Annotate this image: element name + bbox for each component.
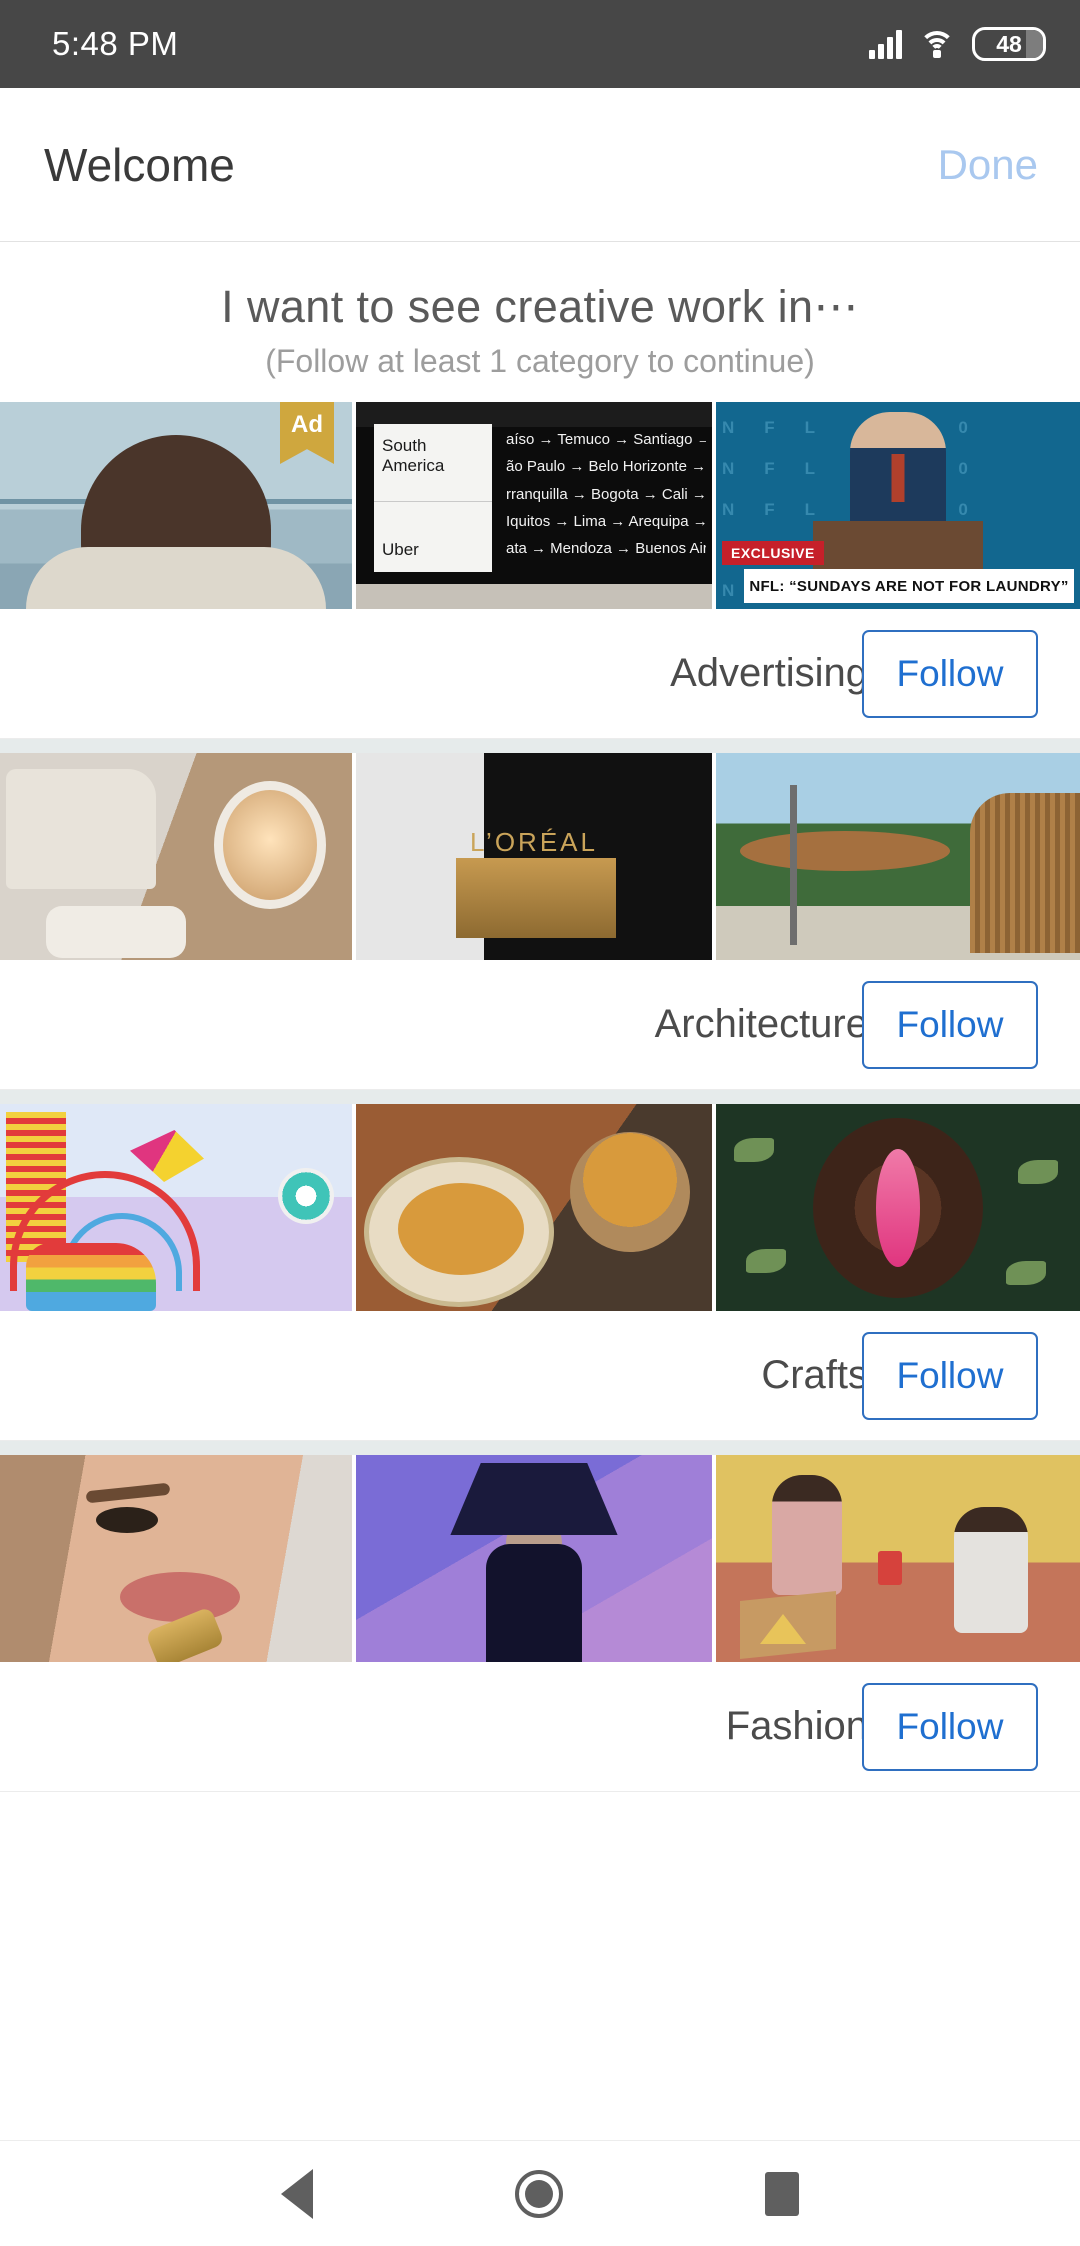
category-row-fashion: Fashion Follow bbox=[0, 1455, 1080, 1792]
category-footer: Architecture Follow bbox=[0, 960, 1080, 1090]
status-icons: 48 bbox=[869, 27, 1046, 61]
category-list: Ad South America Uber aíso → Temuco → Sa… bbox=[0, 402, 1080, 1792]
category-label: Crafts bbox=[761, 1353, 868, 1397]
follow-button-advertising[interactable]: Follow bbox=[862, 629, 1038, 718]
back-icon[interactable] bbox=[281, 2168, 313, 2219]
category-row-advertising: Ad South America Uber aíso → Temuco → Sa… bbox=[0, 402, 1080, 739]
news-caption: NFL: “SUNDAYS ARE NOT FOR LAUNDRY” bbox=[744, 569, 1074, 603]
thumbnail-loreal-lobby[interactable]: L’ORÉAL bbox=[356, 753, 712, 960]
category-footer: Fashion Follow bbox=[0, 1662, 1080, 1792]
route-line: rranquilla → Bogota → Cali → bbox=[506, 485, 706, 503]
status-bar: 5:48 PM 48 bbox=[0, 0, 1080, 88]
route-line: ão Paulo → Belo Horizonte → R bbox=[506, 458, 706, 476]
uber-routes: aíso → Temuco → Santiago → ão Paulo → Be… bbox=[506, 426, 706, 562]
row-divider bbox=[0, 1441, 1080, 1455]
thumbnail-nfl-press[interactable]: NFL 100 NFL 100 NFL 100 NFL 100 NFL 100 … bbox=[716, 402, 1080, 609]
thumbnail-ceramic-plate[interactable] bbox=[356, 1104, 712, 1311]
thumbnail-wooden-pavilion[interactable] bbox=[716, 753, 1080, 960]
recent-apps-icon[interactable] bbox=[765, 2171, 799, 2216]
category-footer: Crafts Follow bbox=[0, 1311, 1080, 1441]
uber-panel-line1: South bbox=[382, 436, 427, 455]
category-footer: Advertising Follow bbox=[0, 609, 1080, 739]
thumbnail-model-dark-dress[interactable] bbox=[356, 1455, 712, 1662]
thumbnail-strip[interactable] bbox=[0, 1104, 1080, 1311]
thumbnail-beauty-portrait[interactable] bbox=[0, 1455, 352, 1662]
category-label: Architecture bbox=[654, 1002, 868, 1046]
follow-button-crafts[interactable]: Follow bbox=[862, 1331, 1038, 1420]
thumbnail-strip[interactable]: Ad South America Uber aíso → Temuco → Sa… bbox=[0, 402, 1080, 609]
category-row-crafts: Crafts Follow bbox=[0, 1104, 1080, 1441]
battery-icon: 48 bbox=[972, 27, 1046, 61]
route-line: Iquitos → Lima → Arequipa → bbox=[506, 512, 706, 530]
row-divider bbox=[0, 1090, 1080, 1104]
thumbnail-strip[interactable] bbox=[0, 1455, 1080, 1662]
loreal-logo: L’ORÉAL bbox=[470, 827, 598, 857]
status-time: 5:48 PM bbox=[52, 25, 179, 62]
thumbnail-man-portrait[interactable]: Ad bbox=[0, 402, 352, 609]
follow-button-architecture[interactable]: Follow bbox=[862, 980, 1038, 1069]
home-icon[interactable] bbox=[515, 2169, 563, 2218]
category-label: Advertising bbox=[670, 651, 868, 695]
thumbnail-carnival-illustration[interactable] bbox=[0, 1104, 352, 1311]
prompt-section: I want to see creative work in⋯ (Follow … bbox=[0, 242, 1080, 402]
thumbnail-women-pizza[interactable] bbox=[716, 1455, 1080, 1662]
uber-panel-line3: Uber bbox=[382, 540, 419, 560]
category-label: Fashion bbox=[725, 1704, 868, 1748]
follow-button-fashion[interactable]: Follow bbox=[862, 1682, 1038, 1771]
category-row-architecture: L’ORÉAL Architecture Follow bbox=[0, 753, 1080, 1090]
row-divider bbox=[0, 739, 1080, 753]
thumbnail-uber-signage[interactable]: South America Uber aíso → Temuco → Santi… bbox=[356, 402, 712, 609]
page-title: Welcome bbox=[44, 138, 235, 191]
thumbnail-airplane-cabin[interactable] bbox=[0, 753, 352, 960]
uber-panel-line2: America bbox=[382, 455, 445, 475]
wifi-icon bbox=[919, 29, 955, 59]
app-header: Welcome Done bbox=[0, 88, 1080, 242]
battery-level: 48 bbox=[996, 30, 1022, 57]
thumbnail-strip[interactable]: L’ORÉAL bbox=[0, 753, 1080, 960]
prompt-title: I want to see creative work in⋯ bbox=[221, 281, 859, 332]
route-line: aíso → Temuco → Santiago → bbox=[506, 431, 706, 448]
android-nav-bar bbox=[0, 2140, 1080, 2246]
route-line: ata → Mendoza → Buenos Air bbox=[506, 540, 706, 558]
exclusive-badge: EXCLUSIVE bbox=[722, 541, 824, 565]
done-button[interactable]: Done bbox=[938, 141, 1038, 189]
prompt-subtitle: (Follow at least 1 category to continue) bbox=[265, 343, 815, 379]
thumbnail-paper-flower[interactable] bbox=[716, 1104, 1080, 1311]
signal-icon bbox=[869, 29, 902, 59]
